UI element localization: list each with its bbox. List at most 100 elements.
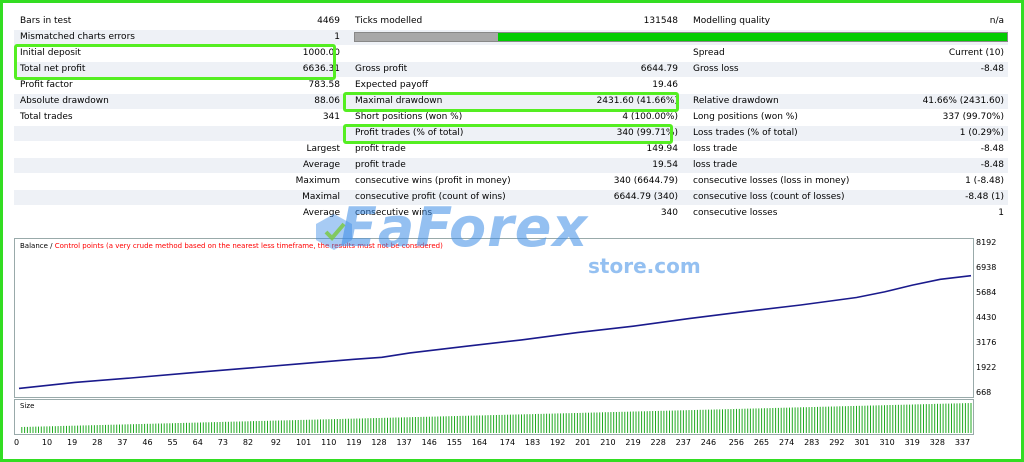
- size-bar: [870, 405, 871, 433]
- profit-factor-value: 783.58: [308, 80, 341, 90]
- size-bar: [677, 410, 679, 433]
- size-bar: [892, 405, 894, 433]
- size-bar: [306, 419, 308, 433]
- size-bar: [160, 423, 162, 433]
- size-bar: [440, 416, 442, 433]
- size-bar: [119, 424, 120, 433]
- x-tick-label: 37: [117, 438, 128, 447]
- size-bar: [736, 408, 737, 433]
- size-bar: [233, 421, 235, 433]
- long-positions-value: 337 (99.70%): [942, 112, 1004, 122]
- y-tick-label: 5684: [976, 288, 997, 297]
- size-bar: [163, 423, 165, 433]
- average-label: Average: [303, 160, 340, 170]
- size-bar: [618, 411, 620, 433]
- largest-loss-label: loss trade: [693, 144, 738, 154]
- size-bar: [317, 419, 319, 433]
- size-bar: [476, 415, 478, 433]
- size-bar: [174, 423, 176, 433]
- size-bar: [576, 413, 578, 433]
- x-tick-label: 337: [954, 438, 971, 447]
- x-tick-label: 174: [499, 438, 516, 447]
- size-bar: [928, 404, 930, 433]
- maximum-profit-label: consecutive wins (profit in money): [355, 176, 511, 186]
- size-bar: [303, 419, 305, 433]
- size-bar: [761, 408, 763, 433]
- size-bar: [230, 421, 232, 433]
- size-bar: [663, 410, 665, 433]
- size-bar: [599, 412, 601, 433]
- x-tick-label: 265: [753, 438, 770, 447]
- size-bar: [158, 423, 160, 433]
- size-bar: [180, 423, 182, 433]
- size-bar: [532, 414, 534, 433]
- size-bar: [152, 423, 154, 433]
- size-bar: [116, 424, 118, 433]
- size-bar: [808, 407, 810, 433]
- size-bar: [356, 418, 358, 433]
- x-tick-label: 137: [396, 438, 412, 447]
- size-bar: [434, 416, 436, 433]
- size-bar: [775, 407, 777, 433]
- x-tick-label: 210: [600, 438, 616, 447]
- x-tick-label: 19: [67, 438, 78, 447]
- maximal-loss-value: -8.48 (1): [965, 192, 1004, 202]
- size-bar: [900, 404, 902, 433]
- maximum-loss-value: 1 (-8.48): [965, 176, 1004, 186]
- size-bar: [373, 418, 375, 433]
- ticks-modelled-label: Ticks modelled: [355, 16, 423, 26]
- size-bar: [895, 404, 897, 433]
- size-bar: [406, 417, 408, 433]
- size-bar: [431, 416, 433, 433]
- size-bar: [579, 412, 581, 433]
- size-bar: [590, 412, 592, 433]
- size-bar: [660, 410, 662, 433]
- short-positions-value: 4 (100.00%): [622, 112, 678, 122]
- size-bar: [515, 414, 517, 433]
- size-bar: [364, 418, 366, 433]
- largest-label: Largest: [306, 144, 340, 154]
- size-bar: [897, 404, 899, 433]
- modelling-quality-value: n/a: [989, 16, 1004, 26]
- size-bar: [548, 413, 550, 433]
- size-bar: [236, 421, 238, 433]
- size-bar: [353, 418, 355, 433]
- x-tick-label: 192: [550, 438, 566, 447]
- size-bar: [124, 424, 126, 433]
- size-bar: [347, 418, 349, 433]
- size-bar: [568, 413, 570, 433]
- size-bar: [649, 411, 651, 433]
- size-bar: [853, 406, 855, 433]
- maximum-label: Maximum: [295, 176, 340, 186]
- size-bar: [727, 409, 729, 433]
- size-bar: [297, 420, 299, 433]
- size-bar: [149, 423, 151, 433]
- loss-trades-value: 1 (0.29%): [959, 128, 1004, 138]
- size-bar: [213, 422, 215, 433]
- size-bar: [593, 412, 595, 433]
- average2-loss-value: 1: [998, 208, 1004, 218]
- size-bar: [138, 424, 140, 433]
- size-bar: [565, 413, 567, 433]
- size-bar: [786, 407, 788, 433]
- size-bar: [828, 406, 830, 433]
- highlight-profit-trades: [343, 124, 673, 144]
- x-tick-label: 0: [14, 438, 20, 447]
- size-bar: [479, 415, 481, 433]
- long-positions-label: Long positions (won %): [693, 112, 798, 122]
- size-bar: [917, 404, 919, 433]
- size-bar: [133, 424, 134, 433]
- gross-loss-label: Gross loss: [693, 64, 739, 74]
- size-bar: [202, 422, 204, 433]
- size-bar: [925, 404, 927, 433]
- size-bar: [350, 418, 352, 433]
- x-tick-label: 101: [295, 438, 312, 447]
- size-bar: [635, 411, 637, 433]
- x-tick-label: 201: [575, 438, 591, 447]
- average-loss-label: loss trade: [693, 160, 738, 170]
- size-bar: [574, 413, 576, 433]
- x-tick-label: 128: [371, 438, 387, 447]
- size-bar: [40, 426, 42, 433]
- size-bar: [710, 409, 712, 433]
- x-tick-label: 256: [728, 438, 744, 447]
